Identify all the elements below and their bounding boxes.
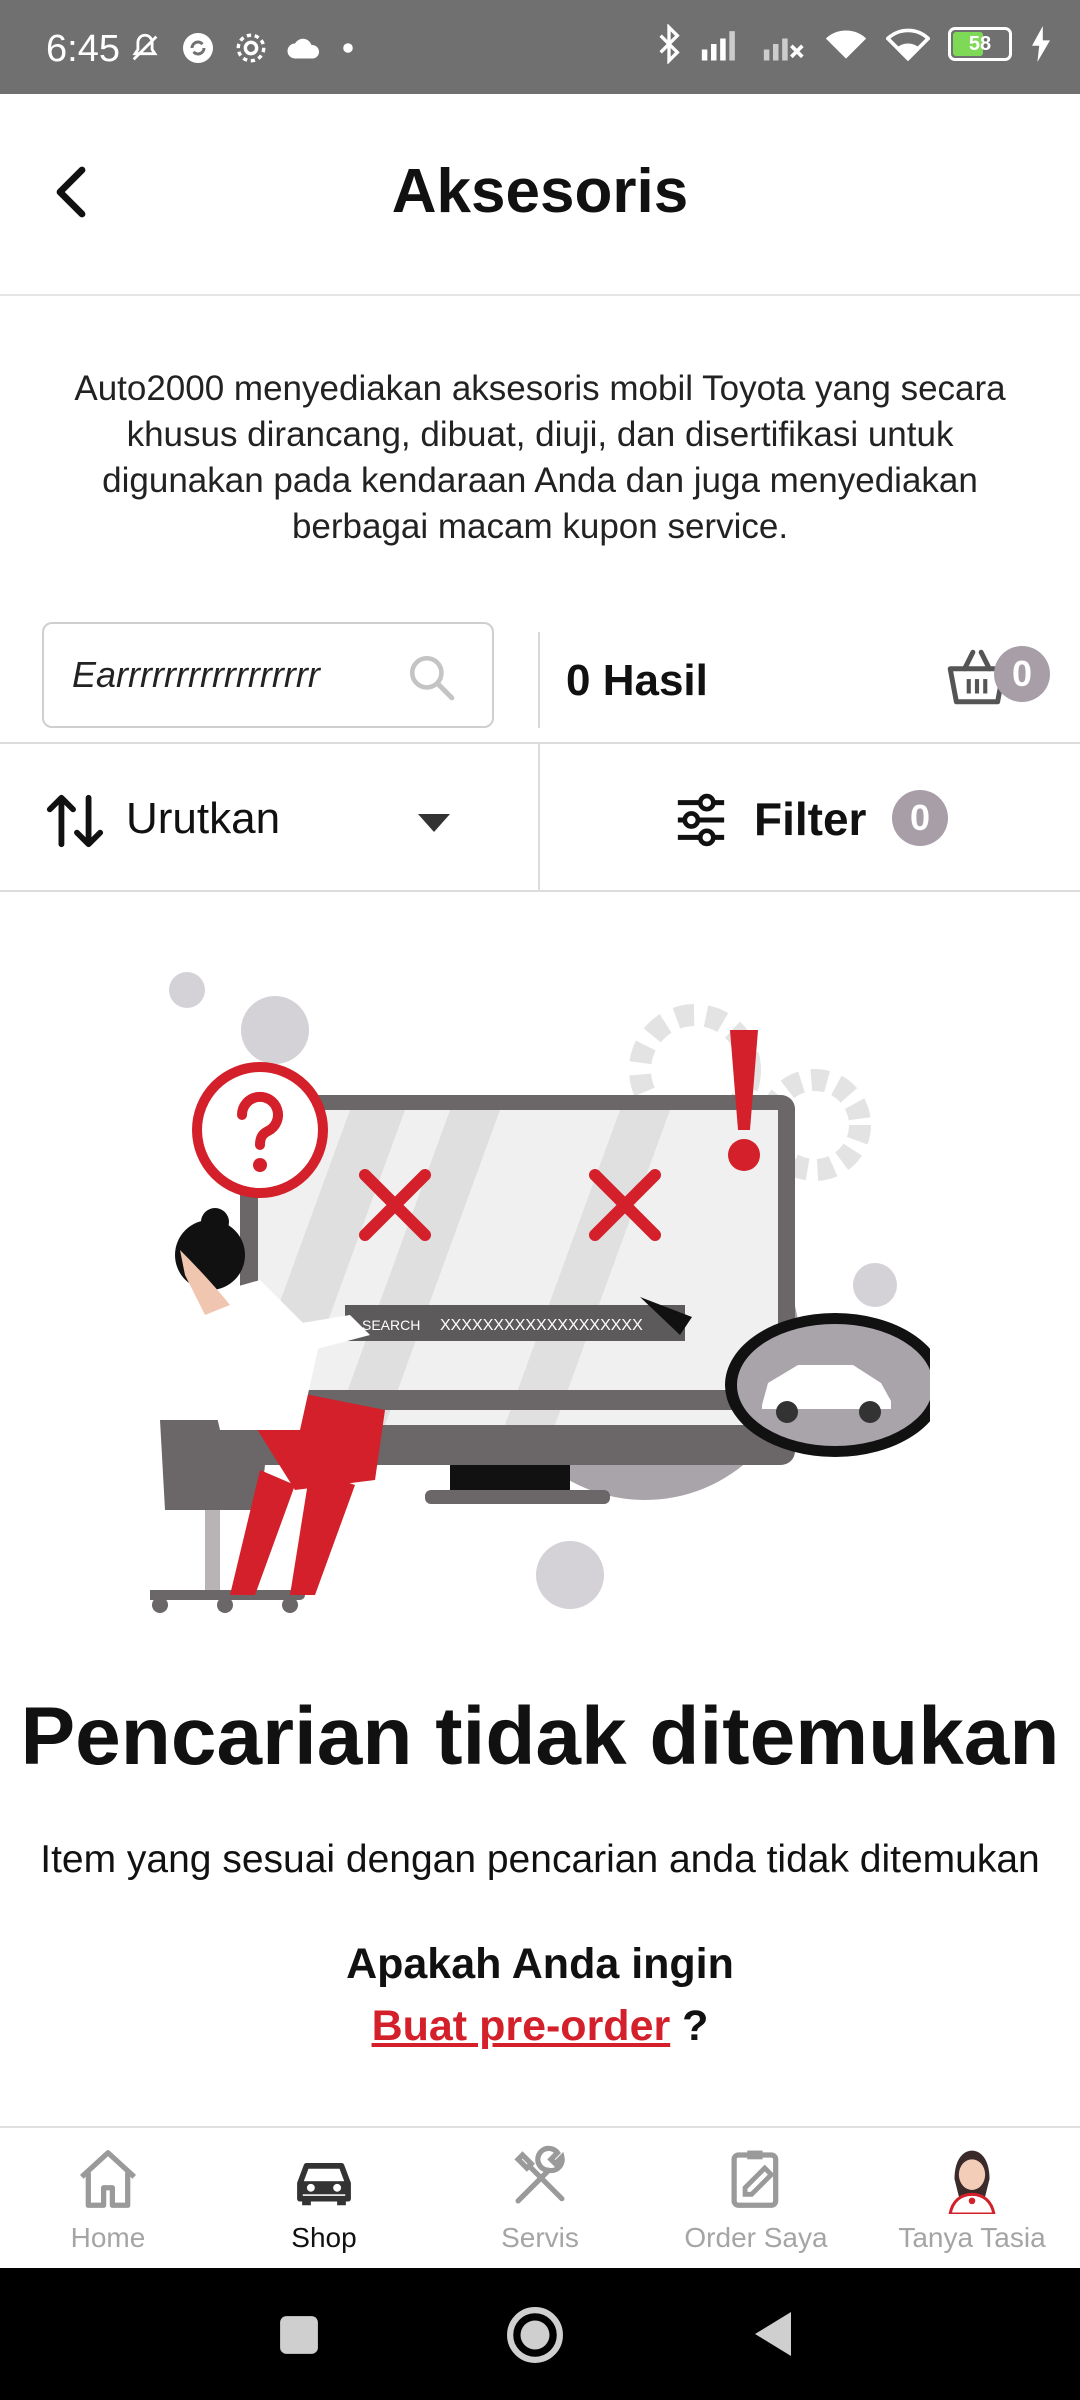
nav-tanya-tasia[interactable]: Tanya Tasia (864, 2128, 1080, 2270)
recent-apps-icon[interactable] (278, 2314, 320, 2356)
nav-home-label: Home (70, 2222, 146, 2253)
empty-state-description: Item yang sesuai dengan pencarian anda t… (40, 1838, 1040, 1881)
battery-icon: 58 (948, 27, 1012, 61)
nav-shop-label: Shop (291, 2222, 357, 2253)
filter-sliders-icon[interactable] (674, 792, 728, 848)
illustration-search-text: XXXXXXXXXXXXXXXXXXX (440, 1317, 643, 1334)
back-nav-icon[interactable] (752, 2310, 794, 2358)
preorder-line: Buat pre-order ? (0, 2002, 1080, 2051)
charging-icon (1032, 26, 1050, 62)
battery-level: 58 (968, 32, 992, 55)
order-icon (731, 2150, 779, 2208)
settings-icon (236, 33, 266, 63)
result-count: 0 Hasil (566, 656, 708, 705)
system-nav-bar (0, 2268, 1080, 2400)
search-icon[interactable] (406, 652, 456, 702)
nav-home[interactable]: Home (0, 2128, 216, 2270)
empty-state-title: Pencarian tidak ditemukan (20, 1691, 1060, 1782)
nav-order-saya-label: Order Saya (684, 2222, 828, 2253)
car-icon (297, 2163, 351, 2206)
search-input-value[interactable]: Earrrrrrrrrrrrrrrrr (72, 654, 320, 696)
filter-button[interactable]: Filter (754, 792, 866, 846)
nav-servis-label: Servis (501, 2222, 579, 2253)
muted-bell-icon (132, 33, 158, 61)
dropdown-arrow-icon[interactable] (418, 814, 450, 832)
dot-icon (343, 43, 353, 53)
status-icons-right: 58 (656, 24, 1052, 64)
status-icons-left (128, 30, 356, 66)
tools-icon (514, 2145, 565, 2204)
home-button-icon[interactable] (506, 2306, 564, 2364)
sort-dropdown[interactable]: Urutkan (126, 794, 280, 844)
sort-icon[interactable] (44, 790, 106, 852)
filter-count-badge: 0 (892, 790, 948, 846)
assistant-avatar (948, 2150, 996, 2214)
status-bar: 6:45 58 (0, 0, 1080, 94)
nav-tanya-tasia-label: Tanya Tasia (898, 2222, 1046, 2253)
intro-text: Auto2000 menyediakan aksesoris mobil Toy… (74, 369, 1006, 546)
bottom-nav: Home Shop Servis Order Saya Tanya Tasia (0, 2126, 1080, 2270)
preorder-link[interactable]: Buat pre-order (372, 2002, 671, 2050)
nav-servis[interactable]: Servis (432, 2128, 648, 2270)
cart-count-badge: 0 (994, 646, 1050, 702)
cloud-icon (287, 38, 320, 59)
app-header: Aksesoris (0, 94, 1080, 296)
preorder-suffix: ? (670, 2002, 709, 2050)
illustration-search-label: SEARCH (362, 1317, 420, 1333)
wifi-icon-2 (886, 28, 930, 61)
signal-icon (701, 31, 735, 61)
not-found-illustration: SEARCH XXXXXXXXXXXXXXXXXXX (150, 972, 930, 1613)
home-icon (79, 2150, 137, 2208)
sync-icon (183, 33, 213, 63)
sort-filter-divider (538, 744, 540, 892)
signal-off-icon (763, 38, 804, 61)
bluetooth-icon (659, 24, 680, 64)
nav-order-saya[interactable]: Order Saya (648, 2128, 864, 2270)
status-time: 6:45 (46, 28, 120, 70)
page-title: Aksesoris (391, 157, 689, 226)
wifi-icon (825, 30, 867, 59)
search-input[interactable]: Earrrrrrrrrrrrrrrrr (42, 622, 494, 728)
search-divider (538, 632, 540, 728)
preorder-question: Apakah Anda ingin (346, 1940, 734, 1988)
nav-shop[interactable]: Shop (216, 2128, 432, 2270)
sort-filter-bar: Urutkan Filter 0 (0, 742, 1080, 892)
